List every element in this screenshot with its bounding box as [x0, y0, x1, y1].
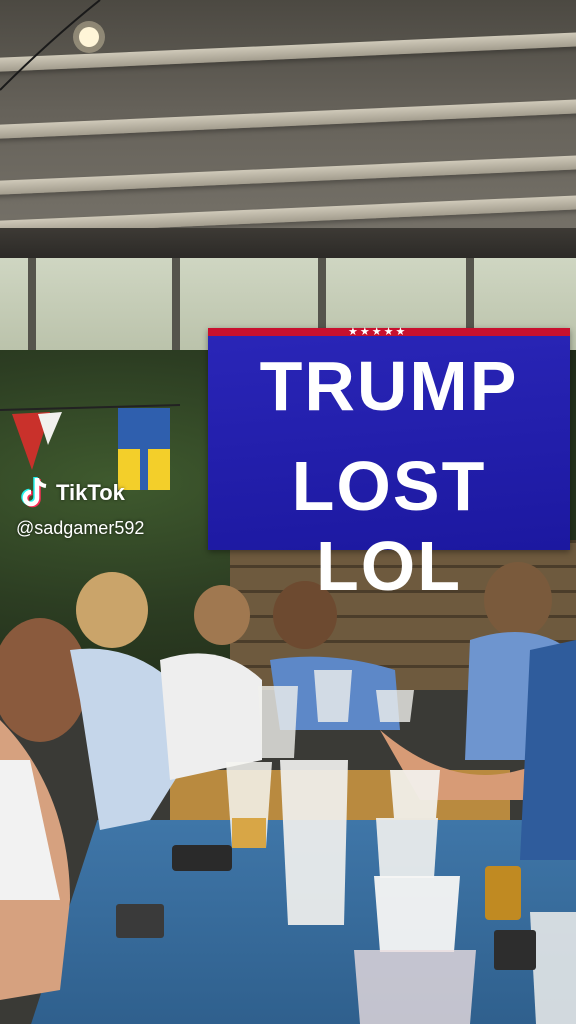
photo-scene: ★★★★★ TRUMP LOST LOL TikTok @sadgamer592 [0, 0, 576, 1024]
cup [390, 770, 440, 818]
phone [494, 930, 536, 970]
trump-lost-sign: ★★★★★ TRUMP LOST LOL [208, 325, 570, 605]
cup [376, 690, 414, 722]
sign-text-line2: LOST LOL [291, 447, 487, 605]
tiktok-logo: TikTok [20, 474, 125, 512]
jug [280, 760, 348, 925]
phone [116, 904, 164, 938]
tiktok-wordmark: TikTok [56, 480, 125, 505]
bottle [485, 866, 521, 920]
tiktok-note-icon [21, 477, 47, 508]
sign-text-line1: TRUMP [259, 347, 519, 425]
phone [172, 845, 232, 871]
cup [376, 818, 438, 878]
cup [354, 950, 476, 1024]
cup [314, 670, 352, 722]
cup [530, 912, 576, 1024]
tiktok-username: @sadgamer592 [16, 518, 145, 538]
cup [258, 686, 298, 758]
sign-stars: ★★★★★ [348, 325, 408, 338]
cup [374, 876, 460, 952]
